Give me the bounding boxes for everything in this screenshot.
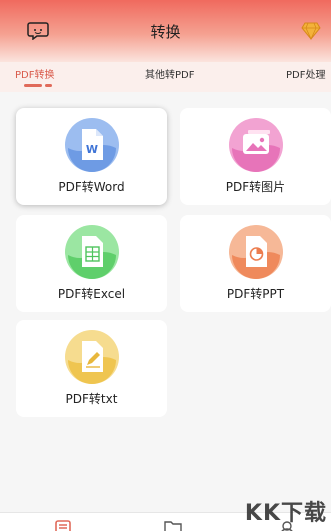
convert-tab-icon[interactable] [54,520,72,531]
tool-card-pdf-to-ppt[interactable]: PDF转PPT [180,215,331,312]
tab-indicator [24,84,42,87]
tool-label: PDF转Word [58,180,125,194]
tool-label: PDF转图片 [225,180,286,194]
tool-card-pdf-to-word[interactable]: W PDF转Word [16,108,167,205]
image-icon [229,118,283,172]
tab-bar: PDF转换 其他转PDF PDF处理 [0,62,331,92]
page-title: 转换 [150,23,181,41]
text-file-icon [65,330,119,384]
tool-label: PDF转txt [65,392,118,406]
word-document-icon: W [65,118,119,172]
tab-indicator-dot [45,84,52,87]
excel-sheet-icon [65,225,119,279]
tab-pdf-convert[interactable]: PDF转换 [15,66,54,81]
tool-card-pdf-to-excel[interactable]: PDF转Excel [16,215,167,312]
tab-other-to-pdf[interactable]: 其他转PDF [145,66,194,81]
tool-card-pdf-to-txt[interactable]: PDF转txt [16,320,167,417]
tab-pdf-process[interactable]: PDF处理 [286,66,325,81]
tool-label: PDF转PPT [226,287,285,301]
ppt-slide-icon [229,225,283,279]
vip-diamond-icon[interactable] [301,22,321,40]
folder-icon[interactable] [164,520,182,531]
tool-card-pdf-to-image[interactable]: PDF转图片 [180,108,331,205]
svg-text:W: W [86,143,98,156]
tool-label: PDF转Excel [57,287,126,301]
watermark-logo: KK下载 [244,501,327,526]
top-header: 转换 [0,0,331,62]
